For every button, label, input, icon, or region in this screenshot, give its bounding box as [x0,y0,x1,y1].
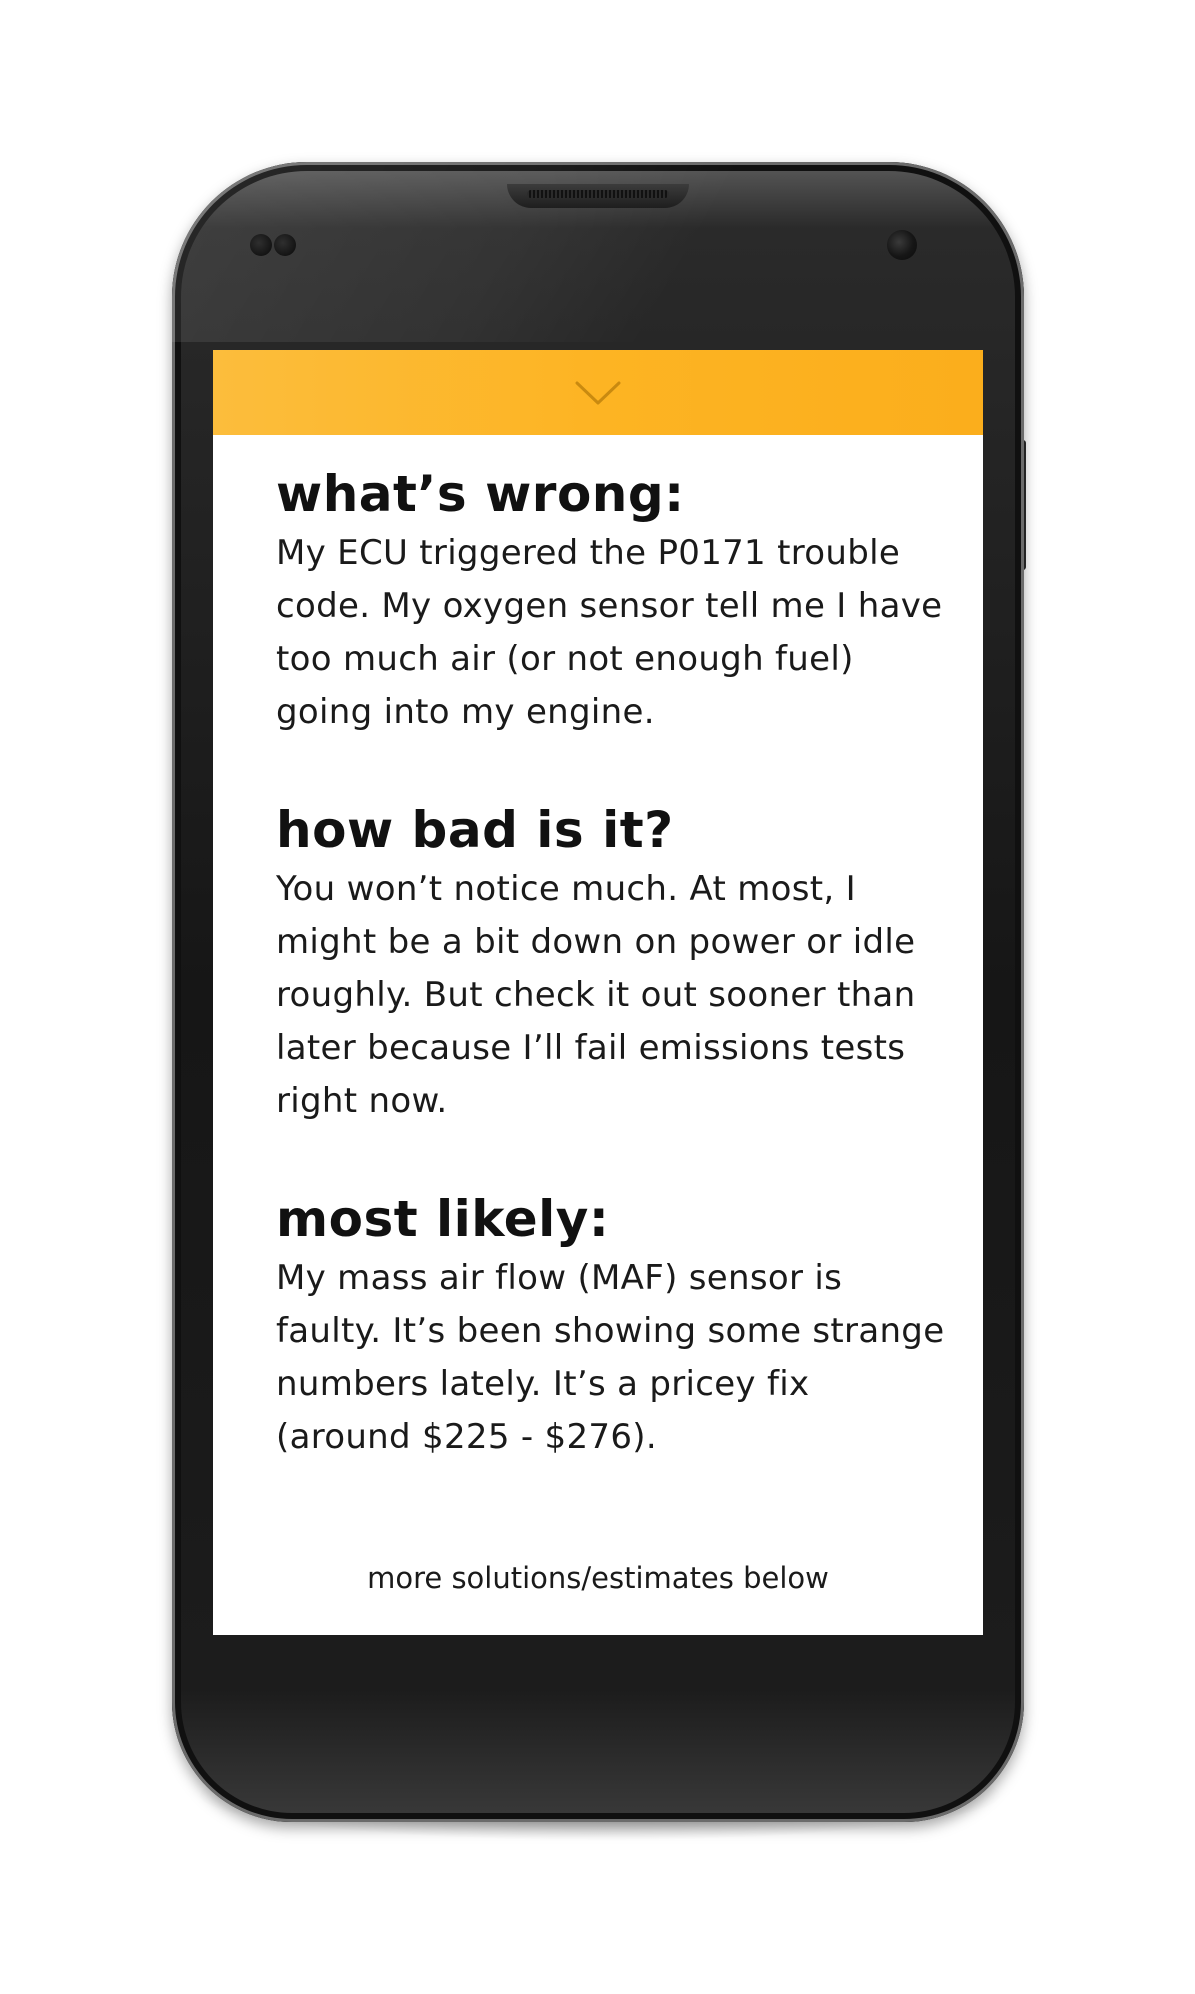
app-screen: what’s wrong: My ECU triggered the P0171… [213,350,983,1635]
front-camera [887,230,917,260]
section-how-bad: how bad is it? You won’t notice much. At… [276,801,946,1128]
light-sensor [274,234,296,256]
section-heading: how bad is it? [276,801,674,859]
section-whats-wrong: what’s wrong: My ECU triggered the P0171… [276,465,946,739]
chevron-down-icon [575,381,621,404]
speaker-grille [527,190,669,198]
collapse-button[interactable] [568,368,628,418]
section-body: My mass air flow (MAF) sensor is faulty.… [276,1258,945,1457]
header-bar [213,350,983,435]
section-heading: what’s wrong: [276,465,685,523]
section-body: My ECU triggered the P0171 trouble code.… [276,533,943,732]
proximity-sensor [250,234,272,256]
diagnosis-content: what’s wrong: My ECU triggered the P0171… [276,465,946,1526]
product-mockup: what’s wrong: My ECU triggered the P0171… [0,0,1195,1994]
section-most-likely: most likely: My mass air flow (MAF) sens… [276,1190,946,1464]
more-solutions-link[interactable]: more solutions/estimates below [213,1558,983,1598]
section-heading: most likely: [276,1190,610,1248]
section-body: You won’t notice much. At most, I might … [276,869,916,1121]
